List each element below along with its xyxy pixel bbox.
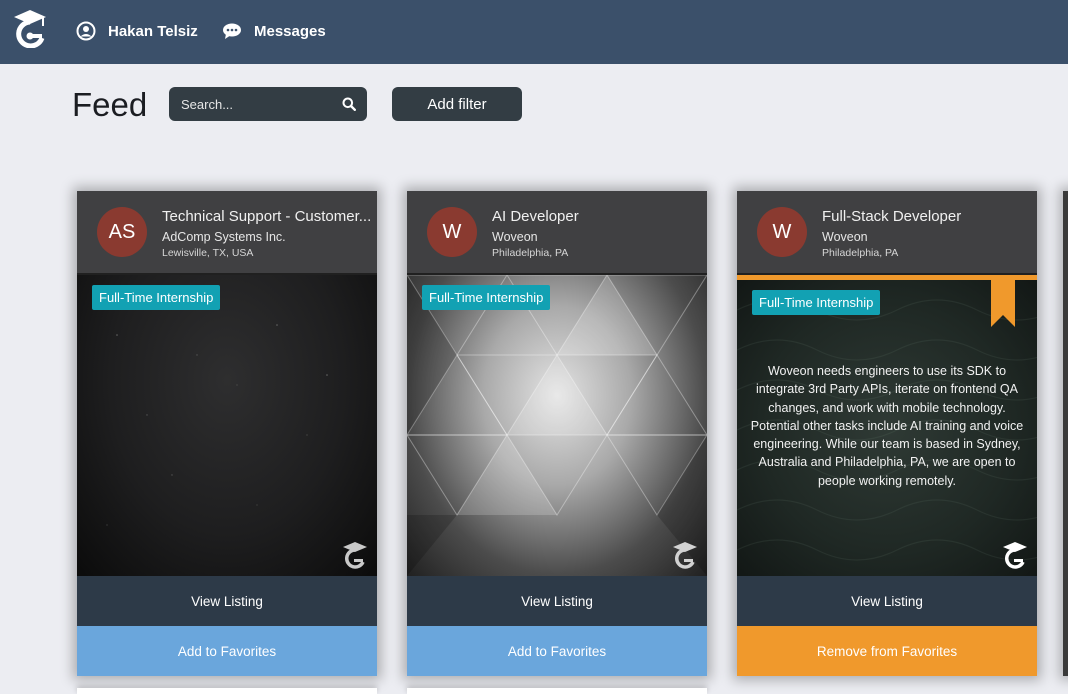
add-to-favorites-button[interactable]: Add to Favorites (407, 626, 707, 676)
triangle-pattern (407, 275, 707, 576)
job-type-tag: Full-Time Internship (422, 285, 551, 310)
user-name: Hakan Telsiz (108, 22, 198, 40)
job-type-tag: Full-Time Internship (752, 290, 881, 315)
top-navbar: Hakan Telsiz Messages (0, 0, 1068, 64)
page-title: Feed (72, 86, 148, 123)
view-listing-button[interactable]: View Listing (77, 576, 377, 626)
search-box (169, 87, 367, 121)
graduation-cap-watermark-icon (343, 542, 367, 569)
job-title: AI Developer (492, 208, 579, 225)
job-card-next-row (77, 688, 377, 694)
dust-texture (106, 324, 328, 526)
card-header: W Full-Stack Developer Woveon Philadelph… (737, 191, 1037, 273)
search-input[interactable] (169, 87, 329, 121)
job-card-next-row (407, 688, 707, 694)
card-image: Full-Time Internship (77, 275, 377, 576)
job-location: Philadelphia, PA (822, 247, 899, 259)
messages-label: Messages (254, 22, 326, 40)
company-avatar: AS (97, 207, 147, 257)
card-header: AS Technical Support - Customer... AdCom… (77, 191, 377, 273)
company-avatar: W (427, 207, 477, 257)
company-name: Woveon (822, 230, 868, 244)
card-image: Full-Time Internship (407, 275, 707, 576)
job-title: Full-Stack Developer (822, 208, 962, 225)
search-icon[interactable] (342, 97, 356, 111)
card-header: W AI Developer Woveon Philadelphia, PA (407, 191, 707, 273)
job-type-tag: Full-Time Internship (92, 285, 221, 310)
graduation-cap-watermark-icon (673, 542, 697, 569)
view-listing-button[interactable]: View Listing (407, 576, 707, 626)
graduation-cap-logo-icon[interactable] (12, 8, 48, 48)
job-card-partial[interactable] (1063, 191, 1068, 676)
job-card: W AI Developer Woveon Philadelphia, PA F… (407, 191, 707, 676)
chat-bubble-icon (223, 23, 241, 39)
company-name: AdComp Systems Inc. (162, 230, 286, 244)
job-location: Lewisville, TX, USA (162, 247, 254, 259)
job-description: Woveon needs engineers to use its SDK to… (750, 364, 1024, 488)
job-location: Philadelphia, PA (492, 247, 569, 259)
add-filter-button[interactable]: Add filter (392, 87, 522, 121)
company-name: Woveon (492, 230, 538, 244)
company-avatar: W (757, 207, 807, 257)
job-title: Technical Support - Customer... (162, 208, 372, 225)
view-listing-button[interactable]: View Listing (737, 576, 1037, 626)
card-image: Full-Time Internship Woveon needs engine… (737, 275, 1037, 576)
user-circle-icon (76, 21, 96, 41)
job-card: AS Technical Support - Customer... AdCom… (77, 191, 377, 676)
nav-user-profile[interactable]: Hakan Telsiz (76, 20, 198, 42)
remove-from-favorites-button[interactable]: Remove from Favorites (737, 626, 1037, 676)
favorite-bookmark-ribbon (991, 280, 1015, 327)
job-card: W Full-Stack Developer Woveon Philadelph… (737, 191, 1037, 676)
graduation-cap-watermark-icon (1003, 542, 1027, 569)
add-to-favorites-button[interactable]: Add to Favorites (77, 626, 377, 676)
nav-messages[interactable]: Messages (222, 20, 326, 42)
